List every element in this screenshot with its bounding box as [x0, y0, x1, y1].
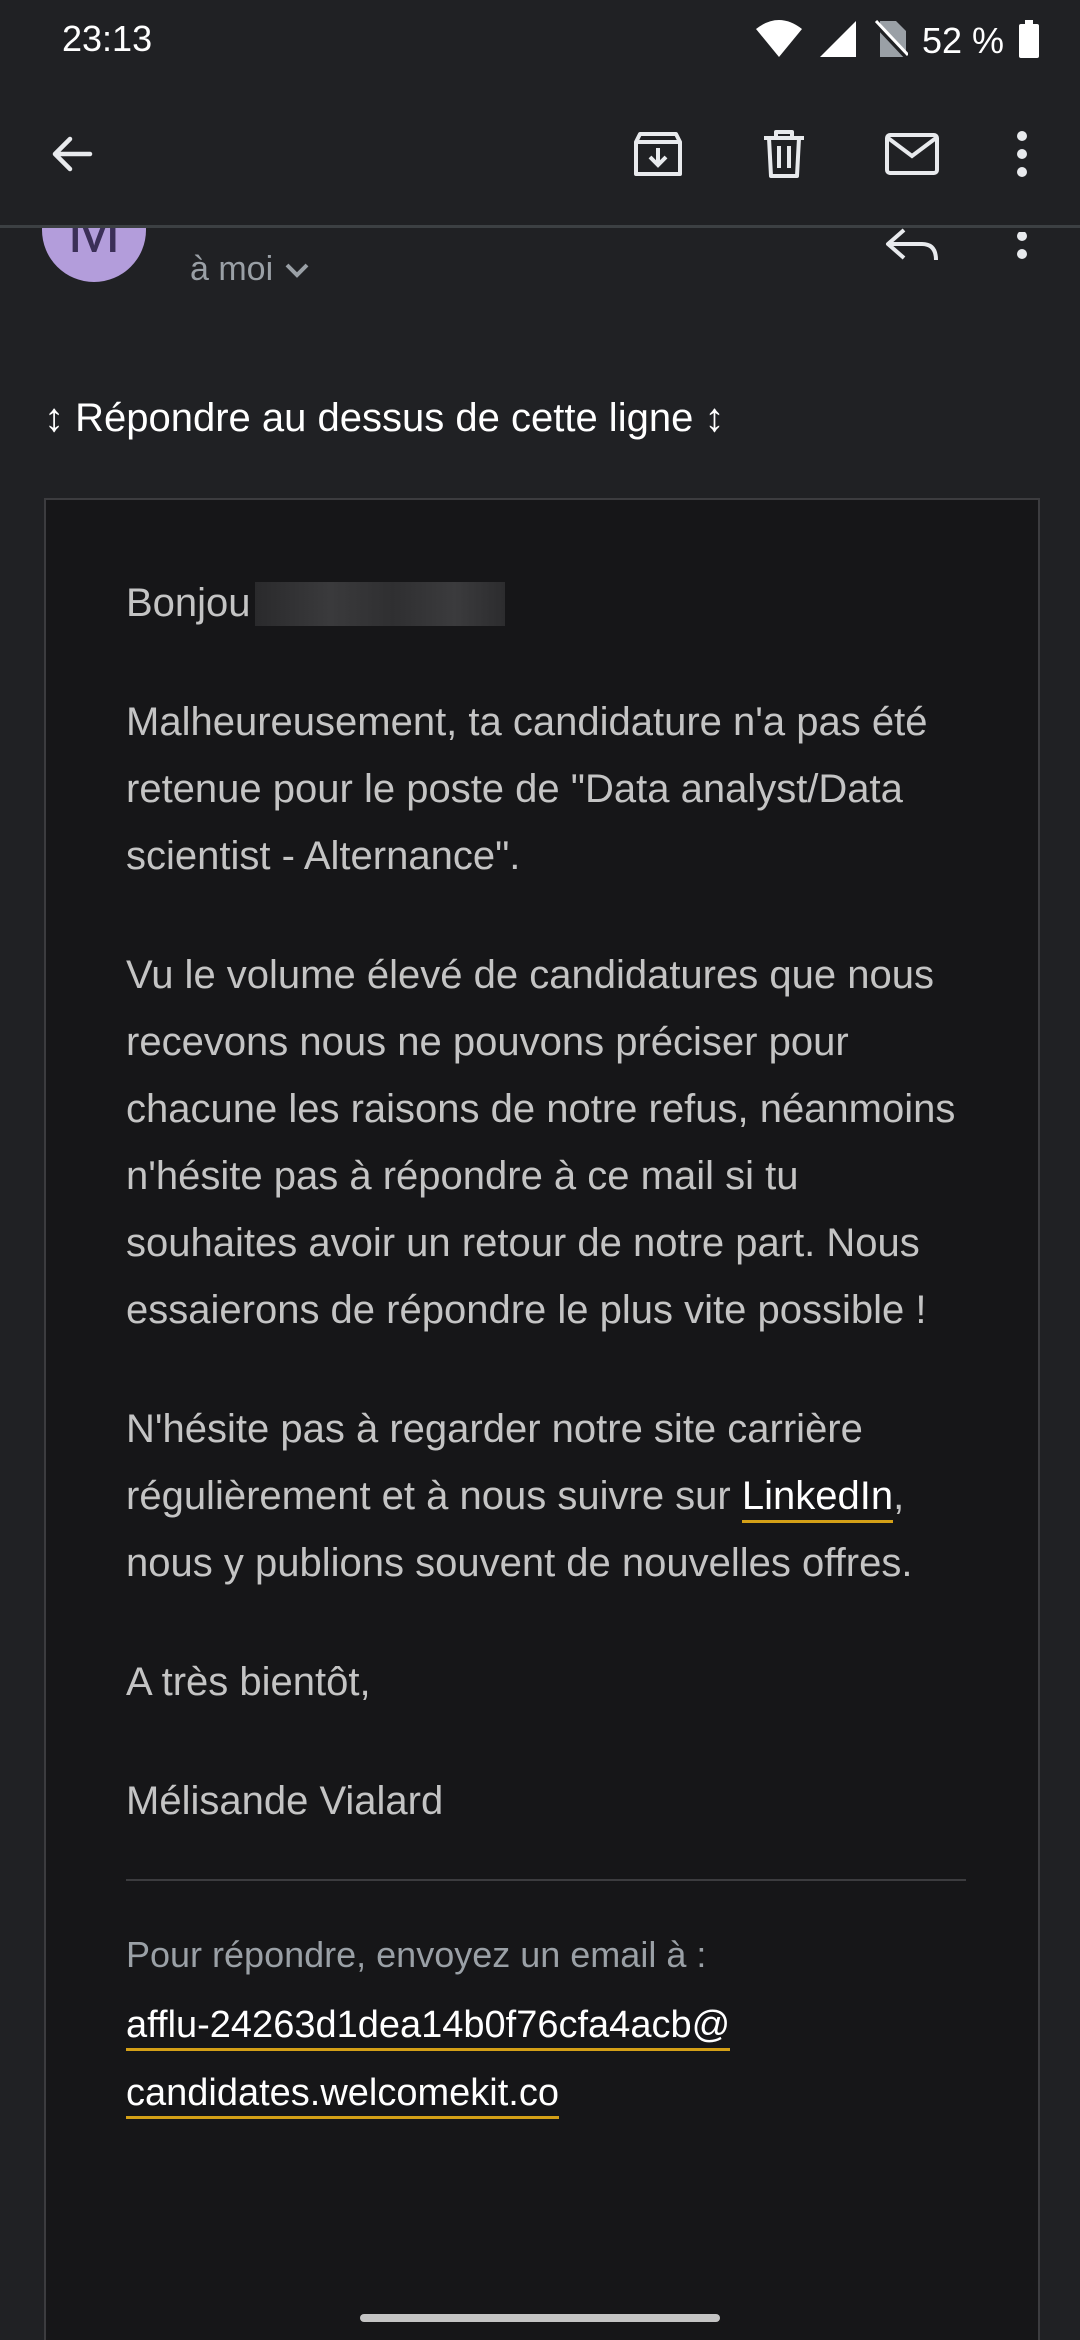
- back-arrow-icon: [48, 130, 96, 183]
- avatar[interactable]: M: [42, 228, 146, 282]
- message-more-button[interactable]: [1014, 231, 1030, 272]
- app-bar: [0, 84, 1080, 228]
- status-time: 23:13: [62, 18, 153, 59]
- paragraph-careers: N'hésite pas à regarder notre site carri…: [126, 1396, 966, 1597]
- back-button[interactable]: [32, 116, 112, 196]
- recipient-toggle[interactable]: à moi: [190, 250, 311, 289]
- status-bar: 23:13 52 %: [0, 0, 1080, 84]
- home-indicator[interactable]: [360, 2314, 720, 2322]
- archive-button[interactable]: [618, 116, 698, 196]
- signature: Mélisande Vialard: [126, 1779, 444, 1823]
- trash-icon: [760, 128, 808, 185]
- battery-icon: [1018, 19, 1040, 64]
- closing: A très bientôt,: [126, 1660, 371, 1704]
- wifi-icon: [754, 19, 804, 64]
- battery-percentage: 52 %: [921, 20, 1004, 61]
- divider: [126, 1879, 966, 1881]
- redacted-name: [254, 581, 505, 626]
- recipient-label: à moi: [190, 250, 274, 288]
- sender-row: M à moi: [0, 228, 1080, 348]
- chevron-down-icon: [283, 250, 311, 289]
- reply-icon: [884, 228, 940, 268]
- reply-address-link-1[interactable]: afflu-24263d1dea14b0f76cfa4acb@: [126, 2004, 731, 2051]
- greeting: Bonjou: [126, 570, 966, 637]
- archive-icon: [632, 128, 684, 185]
- status-icons: 52 %: [754, 18, 1040, 64]
- paragraph-volume: Vu le volume élevé de candidatures que n…: [126, 953, 956, 1332]
- more-options-button[interactable]: [982, 116, 1062, 196]
- more-vert-icon: [1014, 130, 1030, 183]
- mark-unread-button[interactable]: [872, 116, 952, 196]
- more-vert-icon: [1014, 231, 1030, 276]
- reply-address-link-2[interactable]: candidates.welcomekit.co: [126, 2072, 559, 2119]
- reply-button[interactable]: [884, 228, 944, 268]
- greeting-text: Bonjou: [126, 581, 251, 625]
- reply-address: afflu-24263d1dea14b0f76cfa4acb@ candidat…: [126, 1991, 966, 2127]
- reply-notice: ↕ Répondre au dessus de cette ligne ↕: [44, 396, 725, 440]
- reply-hint: Pour répondre, envoyez un email à :: [126, 1934, 707, 1975]
- mail-icon: [884, 132, 940, 181]
- no-sim-icon: [872, 19, 910, 64]
- delete-button[interactable]: [744, 116, 824, 196]
- paragraph-rejection: Malheureusement, ta candidature n'a pas …: [126, 700, 928, 878]
- linkedin-link[interactable]: LinkedIn: [741, 1474, 894, 1523]
- signal-icon: [818, 19, 858, 64]
- email-content: Bonjou Malheureusement, ta candidature n…: [126, 570, 966, 2127]
- email-body-card: Bonjou Malheureusement, ta candidature n…: [44, 498, 1040, 2340]
- avatar-letter: M: [67, 228, 121, 266]
